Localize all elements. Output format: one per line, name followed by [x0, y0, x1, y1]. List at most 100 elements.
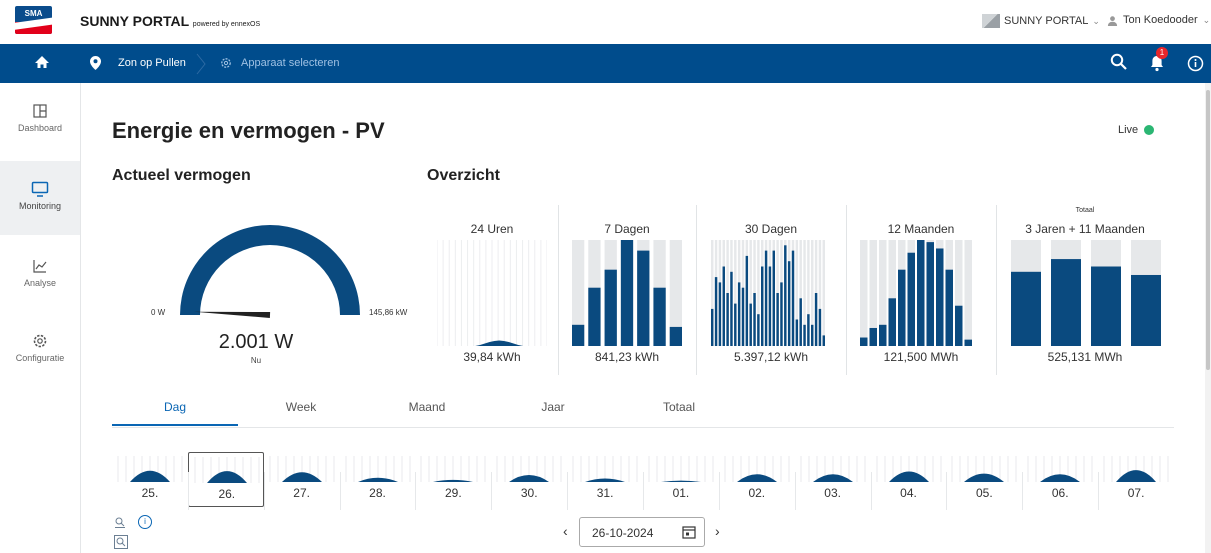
- overview-card-30d[interactable]: 30 Dagen 5.397,12 kWh: [697, 205, 845, 375]
- chart-bar: [730, 271, 733, 346]
- chart-bar: [818, 308, 822, 346]
- day-item[interactable]: 02.: [719, 452, 795, 512]
- day-item[interactable]: 29.: [415, 452, 491, 512]
- info-icon[interactable]: [1187, 55, 1204, 72]
- portal-selector[interactable]: SUNNY PORTAL ⌄: [982, 14, 1100, 28]
- sma-logo[interactable]: SMA: [15, 6, 52, 34]
- chart-bar: [726, 293, 729, 346]
- overview-chart-24h: [437, 240, 547, 346]
- overview-card-value: 525,131 MWh: [1047, 350, 1123, 364]
- day-label: 30.: [520, 486, 538, 500]
- chart-bar: [860, 337, 868, 346]
- day-item[interactable]: 03.: [795, 452, 871, 512]
- overview-chart-total: [1011, 240, 1161, 346]
- calendar-icon[interactable]: [682, 525, 696, 539]
- day-item[interactable]: 26.: [187, 452, 264, 507]
- chart-bar: [799, 298, 802, 346]
- overview-card-12m[interactable]: 12 Maanden 121,500 MWh: [847, 205, 995, 375]
- chart-bar: [822, 335, 825, 346]
- overview-card-top-label: Totaal: [1075, 207, 1095, 214]
- zoom-in-icon[interactable]: [114, 535, 128, 549]
- day-sparkline: [648, 456, 714, 482]
- chart-bar: [926, 242, 934, 346]
- day-item[interactable]: 28.: [340, 452, 416, 512]
- gauge-arc: [180, 225, 360, 315]
- chart-bar: [741, 287, 745, 346]
- day-item[interactable]: 27.: [264, 452, 340, 512]
- date-picker[interactable]: 26-10-2024: [579, 517, 705, 547]
- day-production-curve: [812, 474, 853, 482]
- sidebar-item-label: Monitoring: [18, 201, 62, 211]
- chart-bar: [753, 293, 756, 346]
- divider: [946, 472, 948, 510]
- sidebar-item-configuratie[interactable]: Configuratie: [0, 333, 80, 407]
- date-picker-value: 26-10-2024: [592, 526, 654, 540]
- bar-background: [860, 240, 868, 346]
- chart-bar: [936, 248, 944, 346]
- chevron-down-icon: ⌄: [1092, 15, 1100, 26]
- current-power-sub: Nu: [250, 356, 262, 365]
- day-sparkline: [724, 456, 790, 482]
- day-sparkline: [496, 456, 562, 482]
- chart-bar: [604, 269, 617, 346]
- day-production-curve: [357, 477, 398, 482]
- day-item[interactable]: 01.: [643, 452, 719, 512]
- divider: [718, 472, 720, 510]
- tab-jaar[interactable]: Jaar: [490, 400, 616, 414]
- overview-card-value: 5.397,12 kWh: [733, 350, 809, 364]
- gauge-max-label: 145,86 kW: [369, 308, 408, 317]
- overview-card-value: 841,23 kWh: [594, 350, 660, 364]
- overview-card-value: 39,84 kWh: [463, 350, 521, 364]
- chart-bar: [879, 324, 887, 346]
- chart-bar: [722, 266, 725, 346]
- live-status-dot: [1144, 125, 1155, 135]
- chart-bar: [784, 245, 787, 346]
- overview-card-total[interactable]: Totaal 3 Jaren + 11 Maanden 525,131 MWh: [997, 205, 1173, 375]
- tab-dag[interactable]: Dag: [112, 400, 238, 414]
- sidebar-item-monitoring[interactable]: Monitoring: [0, 161, 80, 235]
- day-production-curve: [1116, 470, 1157, 482]
- device-selector[interactable]: Apparaat selecteren: [241, 57, 339, 69]
- breadcrumb-plant[interactable]: Zon op Pullen: [118, 57, 186, 69]
- user-menu[interactable]: Ton Koedooder ⌄: [1107, 14, 1210, 26]
- zoom-out-icon[interactable]: [114, 516, 126, 528]
- search-icon[interactable]: [1110, 53, 1128, 71]
- chart-bar: [787, 261, 791, 346]
- nav-bar: Zon op Pullen Apparaat selecteren: [0, 44, 1211, 83]
- dashboard-icon: [33, 104, 47, 118]
- day-item[interactable]: 07.: [1098, 452, 1174, 512]
- tab-totaal[interactable]: Totaal: [616, 400, 742, 414]
- overview-card-7d[interactable]: 7 Dagen 841,23 kWh: [559, 205, 695, 375]
- day-item[interactable]: 30.: [491, 452, 567, 512]
- chevron-down-icon: ⌄: [1202, 14, 1211, 25]
- chart-bar: [761, 266, 764, 346]
- chart-bar: [869, 327, 877, 346]
- home-icon[interactable]: [34, 54, 50, 70]
- day-item[interactable]: 25.: [112, 452, 188, 512]
- info-icon[interactable]: i: [138, 515, 152, 529]
- chart-bar: [907, 252, 915, 346]
- scrollbar-thumb[interactable]: [1206, 90, 1210, 370]
- tab-maand[interactable]: Maand: [364, 400, 490, 414]
- chart-bar: [757, 314, 760, 346]
- current-power-heading: Actueel vermogen: [112, 167, 251, 184]
- current-power-value: 2.001 W: [218, 331, 294, 353]
- next-date-button[interactable]: ›: [715, 523, 720, 539]
- overview-card-24h[interactable]: 24 Uren 39,84 kWh: [427, 205, 557, 375]
- day-item[interactable]: 04.: [871, 452, 947, 512]
- day-item[interactable]: 05.: [946, 452, 1022, 512]
- day-item[interactable]: 31.: [567, 452, 643, 512]
- sidebar-item-analyse[interactable]: Analyse: [0, 258, 80, 332]
- sidebar: Dashboard Monitoring Analyse Configurati…: [0, 83, 81, 553]
- day-label: 05.: [976, 486, 993, 500]
- previous-date-button[interactable]: ‹: [563, 523, 568, 539]
- day-sparkline: [420, 456, 486, 482]
- tab-week[interactable]: Week: [238, 400, 364, 414]
- day-production-curve: [281, 472, 322, 482]
- day-item[interactable]: 06.: [1022, 452, 1098, 512]
- live-label: Live: [1118, 124, 1139, 136]
- chart-bar: [637, 250, 650, 346]
- user-icon: [1107, 15, 1118, 26]
- divider: [415, 472, 417, 510]
- day-production-curve: [1040, 474, 1081, 482]
